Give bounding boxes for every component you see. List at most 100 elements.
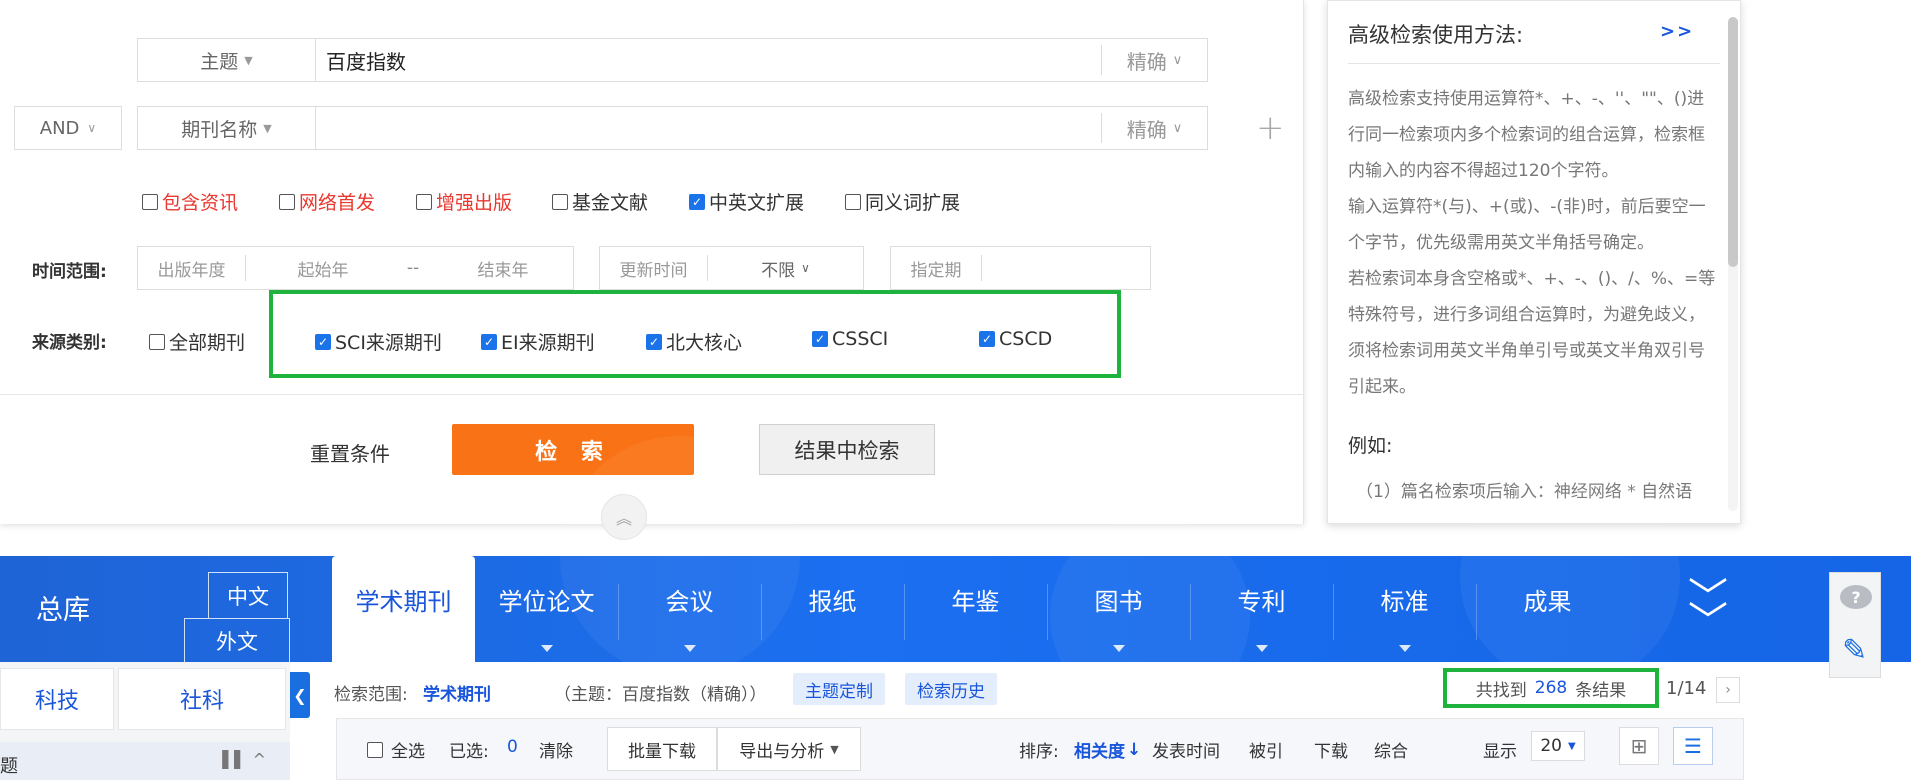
help-more-link[interactable]: >> (1660, 21, 1694, 42)
option-fund[interactable]: 基金文献 (552, 188, 648, 215)
caret-down-icon (1255, 645, 1268, 652)
update-time-select[interactable]: 不限 ∨ (708, 247, 863, 289)
tab-newspapers[interactable]: 报纸 (761, 556, 904, 662)
match-label-1: 精确 (1126, 49, 1167, 74)
next-page-arrow-icon[interactable]: › (1716, 677, 1740, 703)
option-enhanced-pub[interactable]: 增强出版 (416, 188, 512, 215)
source-all-journals[interactable]: 全部期刊 (149, 328, 245, 355)
chevron-down-icon: ∨ (1172, 52, 1183, 68)
checkbox[interactable] (149, 333, 165, 350)
checkbox[interactable] (845, 193, 861, 210)
caret-down-icon: ▼ (263, 121, 272, 135)
category-social-button[interactable]: 社科 (118, 668, 286, 730)
result-query-text: （主题：百度指数（精确）） (554, 685, 767, 705)
tab-yearbooks[interactable]: 年鉴 (904, 556, 1047, 662)
tab-academic-journals[interactable]: 学术期刊 (332, 556, 475, 662)
tab-dissertations[interactable]: 学位论文 (475, 556, 618, 662)
side-float-toolbar: ? ✎ (1829, 572, 1881, 678)
tab-label: 会议 (665, 588, 714, 616)
all-database-link[interactable]: 总库 (36, 588, 90, 627)
source-pku-core[interactable]: ✓ 北大核心 (646, 328, 742, 355)
checkbox[interactable] (552, 193, 568, 210)
caret-down-icon: ▼ (1567, 740, 1576, 752)
sort-relevance-label: 相关度 (1074, 742, 1125, 762)
field-type-select-2[interactable]: 期刊名称 ▼ (138, 107, 316, 149)
select-all-checkbox[interactable]: 全选 (367, 737, 425, 762)
sort-cited[interactable]: 被引 (1249, 737, 1283, 762)
show-count-select[interactable]: 20 ▼ (1531, 731, 1585, 761)
checkbox-checked[interactable]: ✓ (812, 331, 828, 347)
match-select-1[interactable]: 精确 ∨ (1101, 45, 1207, 75)
option-include-news[interactable]: 包含资讯 (142, 188, 238, 215)
search-input-1[interactable]: 百度指数 (326, 39, 406, 81)
field-type-select-1[interactable]: 主题 ▼ (138, 39, 316, 81)
option-cn-en-expand[interactable]: ✓ 中英文扩展 (689, 188, 804, 215)
sort-publish-date[interactable]: 发表时间 (1152, 737, 1220, 762)
collapse-left-arrow-icon[interactable]: ❮ (290, 672, 310, 718)
pen-edit-icon[interactable]: ✎ (1842, 633, 1867, 668)
source-cssci[interactable]: ✓ CSSCI (812, 328, 888, 350)
checkbox-checked[interactable]: ✓ (646, 333, 662, 350)
checkbox-checked[interactable]: ✓ (689, 193, 705, 210)
checkbox[interactable] (416, 193, 432, 210)
export-analysis-button[interactable]: 导出与分析 ▼ (717, 727, 861, 771)
feedback-bubble-icon[interactable]: ? (1840, 585, 1872, 609)
chart-icon[interactable]: ▐▌^ (216, 750, 272, 769)
sort-download[interactable]: 下载 (1314, 737, 1348, 762)
checkbox[interactable] (367, 741, 383, 758)
option-label: 基金文献 (572, 192, 649, 214)
tab-standards[interactable]: 标准 (1333, 556, 1476, 662)
start-year-input[interactable]: 起始年 (253, 247, 393, 289)
source-label: CSCD (999, 328, 1053, 350)
category-tech-button[interactable]: 科技 (0, 668, 114, 730)
help-scrollbar-thumb[interactable] (1728, 17, 1738, 267)
source-ei[interactable]: ✓ EI来源期刊 (481, 328, 595, 355)
grid-view-icon[interactable]: ⊞ (1619, 727, 1659, 765)
select-all-label: 全选 (391, 742, 425, 762)
add-row-plus-icon[interactable]: + (1256, 108, 1285, 148)
checkbox-checked[interactable]: ✓ (979, 331, 995, 347)
source-label: 全部期刊 (169, 332, 246, 354)
clear-selection-link[interactable]: 清除 (539, 737, 573, 762)
logic-operator-select[interactable]: AND ∨ (14, 106, 122, 150)
tab-achievements[interactable]: 成果 (1476, 556, 1619, 662)
update-time-label: 更新时间 (619, 260, 688, 281)
end-year-input[interactable]: 结束年 (433, 247, 573, 289)
expand-more-chevron-icon[interactable]: ﹀ ﹀ (1688, 578, 1728, 642)
tab-conferences[interactable]: 会议 (618, 556, 761, 662)
tab-label: 标准 (1380, 588, 1429, 616)
chevron-down-icon: ∨ (1172, 120, 1183, 136)
search-history-button[interactable]: 检索历史 (905, 673, 997, 705)
tab-books[interactable]: 图书 (1047, 556, 1190, 662)
update-time-range: 更新时间 不限 ∨ (599, 246, 864, 290)
pub-year-select[interactable]: 出版年度 (138, 247, 245, 289)
help-paragraph: 输入运算符*(与)、+(或)、-(非)时，前后要空一个字节，优先级需用英文半角括… (1348, 197, 1706, 253)
tab-patents[interactable]: 专利 (1190, 556, 1333, 662)
match-select-2[interactable]: 精确 ∨ (1101, 113, 1207, 143)
issue-range: 指定期 (890, 246, 1151, 290)
sort-relevance[interactable]: 相关度 ↓ (1074, 737, 1141, 763)
checkbox[interactable] (142, 193, 158, 210)
option-online-first[interactable]: 网络首发 (279, 188, 375, 215)
option-label: 增强出版 (436, 192, 513, 214)
lang-chinese-tab[interactable]: 中文 (208, 572, 288, 618)
selected-label: 已选: (449, 742, 489, 762)
source-cscd[interactable]: ✓ CSCD (979, 328, 1052, 350)
result-count-suffix: 条结果 (1575, 680, 1627, 701)
search-in-results-button[interactable]: 结果中检索 (759, 424, 935, 475)
caret-down-icon (1112, 645, 1125, 652)
sort-composite[interactable]: 综合 (1374, 737, 1408, 762)
issue-input[interactable] (982, 247, 1150, 289)
batch-download-button[interactable]: 批量下载 (607, 727, 717, 771)
checkbox-checked[interactable]: ✓ (315, 333, 331, 350)
checkbox-checked[interactable]: ✓ (481, 333, 497, 350)
checkbox[interactable] (279, 193, 295, 210)
list-view-icon[interactable]: ☰ (1673, 727, 1713, 765)
lang-foreign-tab[interactable]: 外文 (184, 618, 290, 662)
category-sub-header[interactable]: 题 ▐▌^ (0, 742, 290, 780)
topic-customize-button[interactable]: 主题定制 (793, 673, 885, 705)
sort-label: 排序: (1019, 742, 1059, 762)
option-synonym-expand[interactable]: 同义词扩展 (845, 188, 960, 215)
reset-button[interactable]: 重置条件 (310, 438, 390, 467)
source-sci[interactable]: ✓ SCI来源期刊 (315, 328, 442, 355)
